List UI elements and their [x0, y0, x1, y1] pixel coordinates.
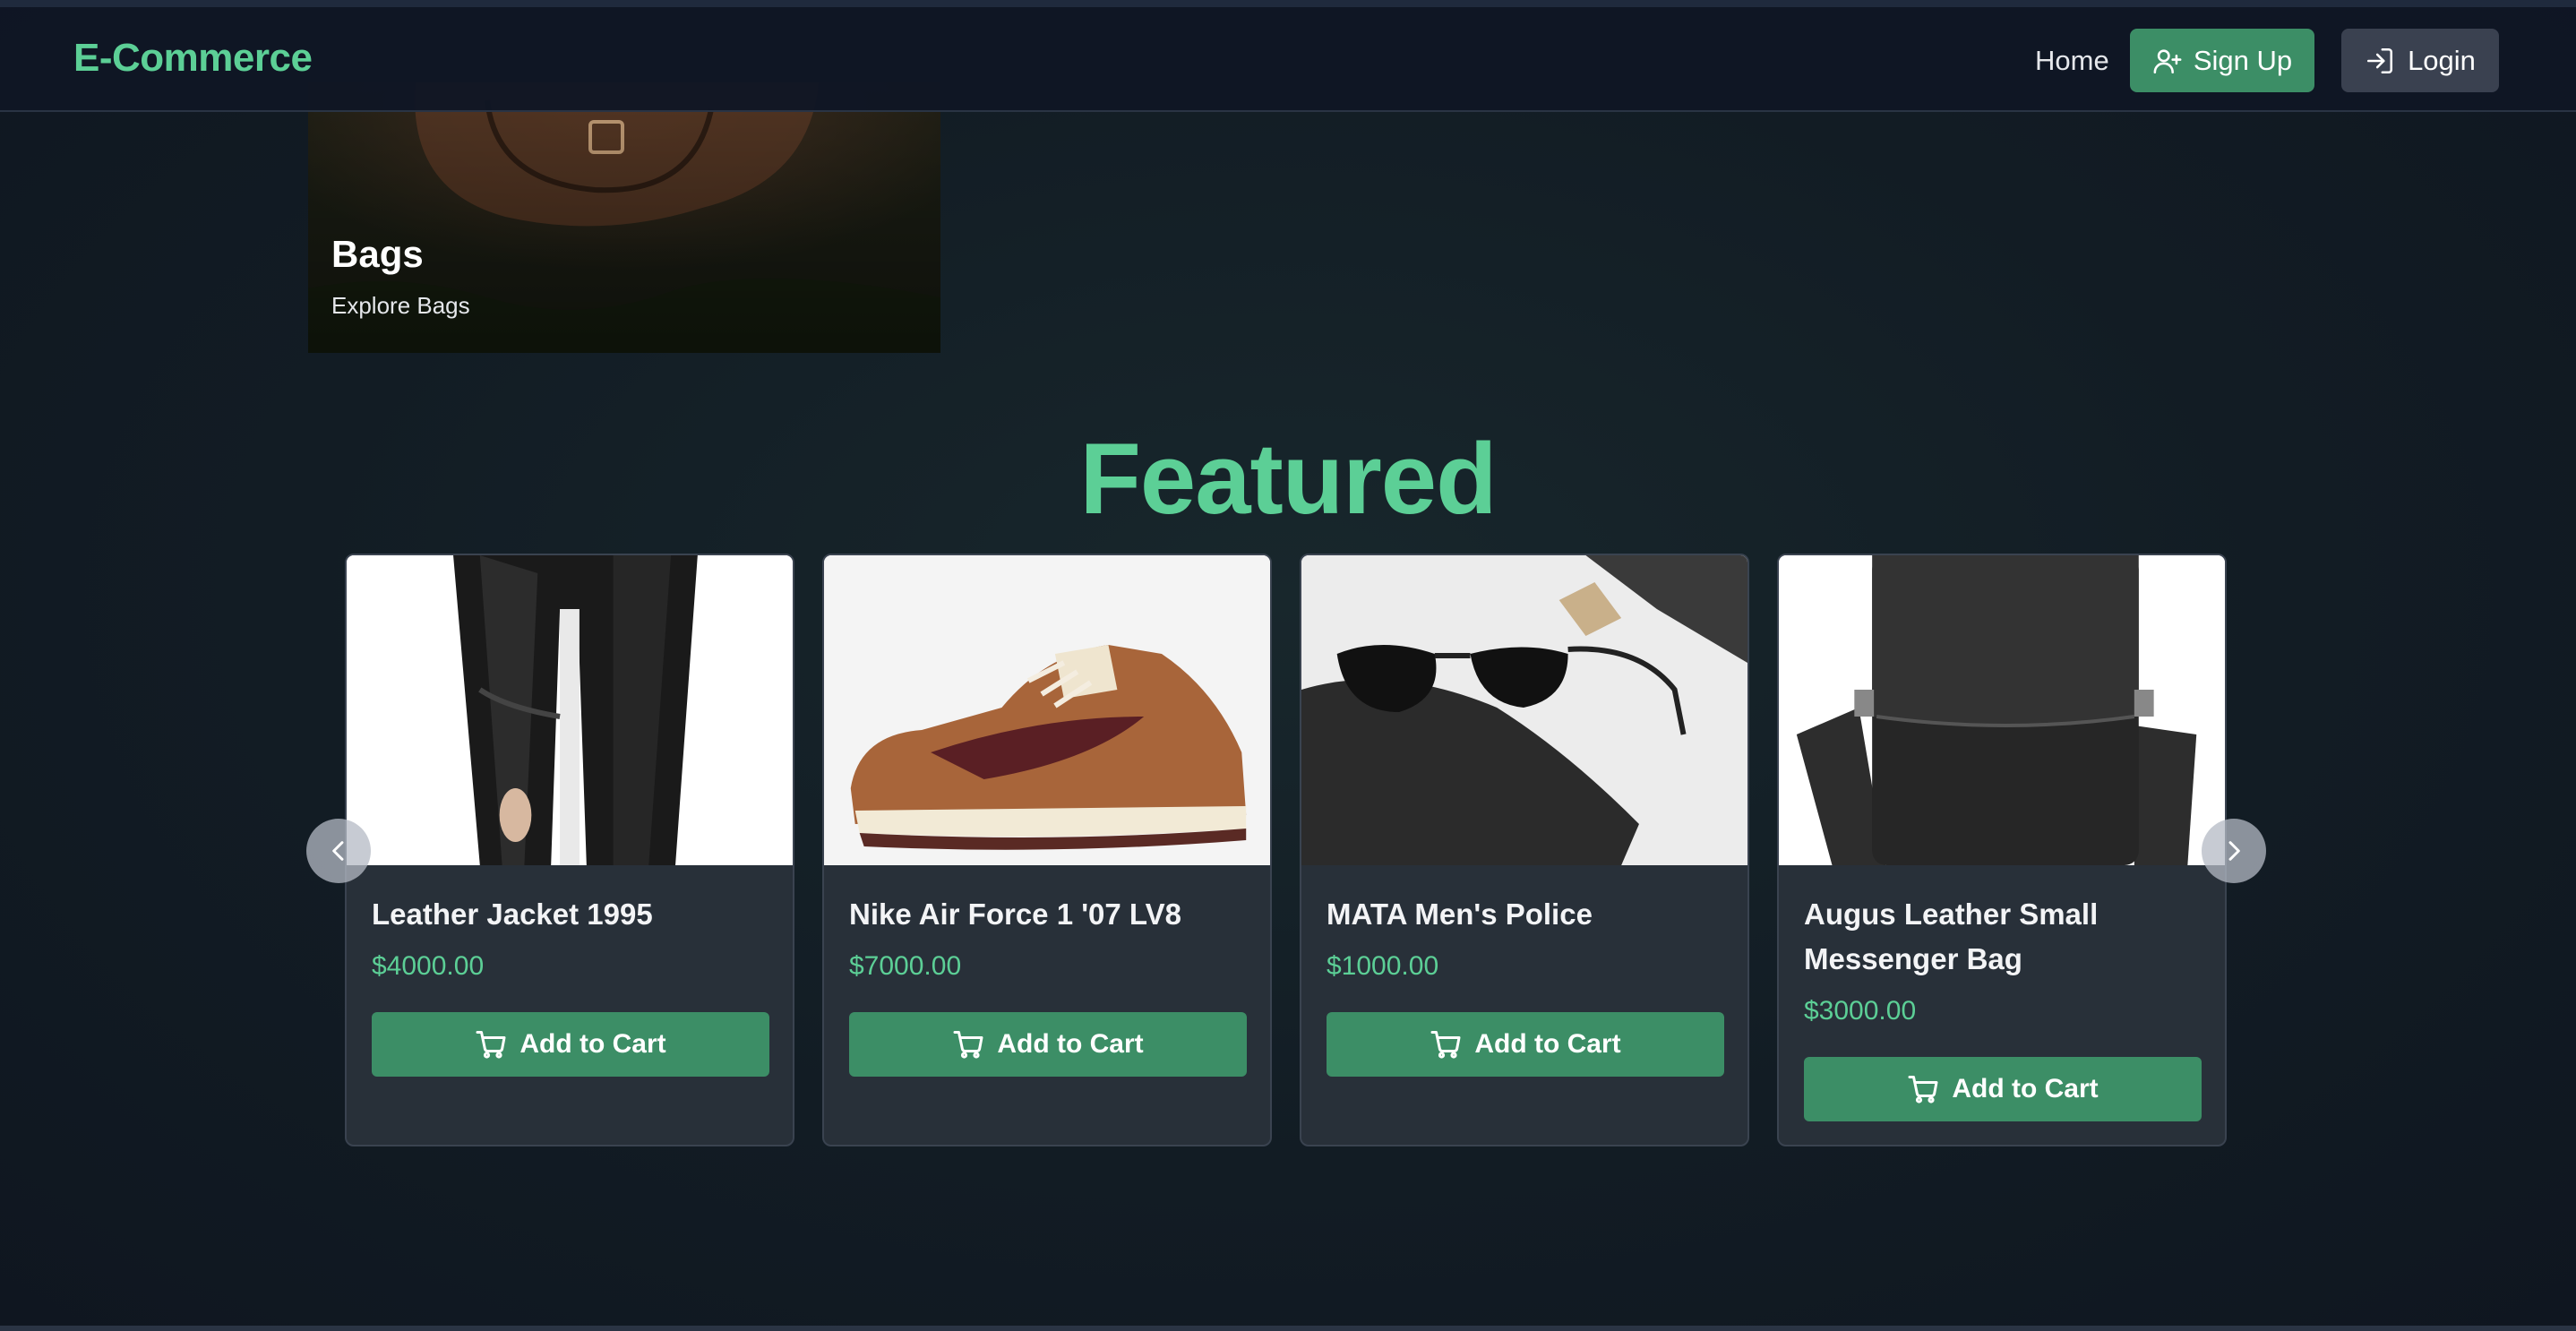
top-border	[0, 0, 2576, 7]
add-to-cart-button[interactable]: Add to Cart	[849, 1012, 1247, 1077]
add-to-cart-button[interactable]: Add to Cart	[1327, 1012, 1724, 1077]
product-name[interactable]: Nike Air Force 1 '07 LV8	[849, 892, 1249, 937]
bottom-border	[0, 1326, 2576, 1331]
product-price: $1000.00	[1327, 951, 1439, 981]
product-image-jacket[interactable]	[347, 555, 793, 865]
product-card[interactable]: Augus Leather Small Messenger Bag $3000.…	[1777, 554, 2227, 1146]
cart-icon	[476, 1031, 506, 1059]
chevron-right-icon	[2228, 841, 2240, 861]
product-card[interactable]: Nike Air Force 1 '07 LV8 $7000.00 Add to…	[822, 554, 1272, 1146]
sunglasses-image	[1301, 555, 1747, 865]
add-to-cart-label: Add to Cart	[1474, 1029, 1621, 1059]
featured-heading: Featured	[1079, 423, 1498, 535]
add-to-cart-button[interactable]: Add to Cart	[372, 1012, 769, 1077]
brand-logo[interactable]: E-Commerce	[73, 36, 313, 81]
category-card-bags[interactable]: Bags Explore Bags	[308, 82, 940, 353]
cart-icon	[1430, 1031, 1461, 1059]
product-name[interactable]: Leather Jacket 1995	[372, 892, 771, 937]
login-button[interactable]: Login	[2341, 29, 2499, 92]
jacket-image	[347, 555, 793, 865]
product-card[interactable]: Leather Jacket 1995 $4000.00 Add to Cart	[345, 554, 794, 1146]
user-plus-icon	[2153, 48, 2182, 73]
product-image-messenger-bag[interactable]	[1779, 555, 2225, 865]
product-image-sneaker[interactable]	[824, 555, 1270, 865]
messenger-bag-image	[1779, 555, 2225, 865]
sneaker-image	[824, 555, 1270, 865]
navbar: E-Commerce Home Sign Up Login	[0, 7, 2576, 112]
login-icon	[2367, 47, 2393, 73]
product-image-sunglasses[interactable]	[1301, 555, 1747, 865]
category-title: Bags	[331, 233, 424, 275]
add-to-cart-button[interactable]: Add to Cart	[1804, 1057, 2202, 1121]
nav-home-link[interactable]: Home	[2035, 45, 2109, 77]
add-to-cart-label: Add to Cart	[997, 1029, 1144, 1059]
product-price: $7000.00	[849, 951, 962, 981]
product-name[interactable]: MATA Men's Police	[1327, 892, 1726, 937]
add-to-cart-label: Add to Cart	[519, 1029, 666, 1059]
login-label: Login	[2408, 44, 2476, 76]
signup-label: Sign Up	[2193, 44, 2293, 76]
carousel-next-button[interactable]	[2202, 819, 2266, 883]
product-name[interactable]: Augus Leather Small Messenger Bag	[1804, 892, 2203, 982]
category-subtitle: Explore Bags	[331, 292, 470, 319]
carousel-prev-button[interactable]	[306, 819, 371, 883]
cart-icon	[953, 1031, 983, 1059]
chevron-left-icon	[332, 841, 344, 861]
cart-icon	[1908, 1076, 1938, 1103]
product-card[interactable]: MATA Men's Police $1000.00 Add to Cart	[1300, 554, 1749, 1146]
product-price: $4000.00	[372, 951, 485, 981]
product-price: $3000.00	[1804, 996, 1917, 1026]
signup-button[interactable]: Sign Up	[2130, 29, 2314, 92]
add-to-cart-label: Add to Cart	[1952, 1074, 2099, 1103]
